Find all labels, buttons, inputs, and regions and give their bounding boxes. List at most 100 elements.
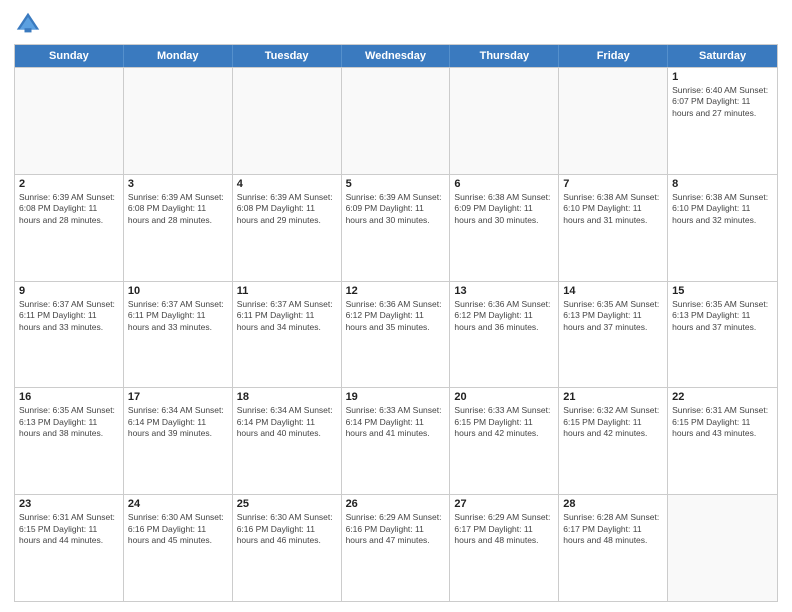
day-number: 28 [563,498,663,510]
day-number: 23 [19,498,119,510]
day-info: Sunrise: 6:31 AM Sunset: 6:15 PM Dayligh… [672,405,773,439]
calendar: SundayMondayTuesdayWednesdayThursdayFrid… [14,44,778,602]
day-info: Sunrise: 6:39 AM Sunset: 6:08 PM Dayligh… [19,192,119,226]
day-info: Sunrise: 6:36 AM Sunset: 6:12 PM Dayligh… [346,299,446,333]
header-day-sunday: Sunday [15,45,124,67]
header-day-wednesday: Wednesday [342,45,451,67]
day-info: Sunrise: 6:35 AM Sunset: 6:13 PM Dayligh… [563,299,663,333]
calendar-cell-3-3: 19 Sunrise: 6:33 AM Sunset: 6:14 PM Dayli… [342,388,451,494]
calendar-cell-4-5: 28 Sunrise: 6:28 AM Sunset: 6:17 PM Dayli… [559,495,668,601]
calendar-cell-1-2: 4 Sunrise: 6:39 AM Sunset: 6:08 PM Daylig… [233,175,342,281]
logo [14,10,46,38]
calendar-cell-4-4: 27 Sunrise: 6:29 AM Sunset: 6:17 PM Dayli… [450,495,559,601]
calendar-cell-2-2: 11Sunrise: 6:37 AM Sunset: 6:11 PM Dayli… [233,282,342,388]
day-number: 26 [346,498,446,510]
page: SundayMondayTuesdayWednesdayThursdayFrid… [0,0,792,612]
day-number: 12 [346,285,446,297]
calendar-cell-3-6: 22 Sunrise: 6:31 AM Sunset: 6:15 PM Dayli… [668,388,777,494]
calendar-cell-1-0: 2 Sunrise: 6:39 AM Sunset: 6:08 PM Daylig… [15,175,124,281]
day-number: 7 [563,178,663,190]
day-info: Sunrise: 6:32 AM Sunset: 6:15 PM Dayligh… [563,405,663,439]
header-day-saturday: Saturday [668,45,777,67]
calendar-cell-4-0: 23 Sunrise: 6:31 AM Sunset: 6:15 PM Dayli… [15,495,124,601]
day-number: 27 [454,498,554,510]
calendar-row-1: 2 Sunrise: 6:39 AM Sunset: 6:08 PM Daylig… [15,174,777,281]
calendar-cell-0-2 [233,68,342,174]
calendar-cell-3-5: 21 Sunrise: 6:32 AM Sunset: 6:15 PM Dayli… [559,388,668,494]
day-info: Sunrise: 6:33 AM Sunset: 6:14 PM Dayligh… [346,405,446,439]
calendar-cell-3-1: 17 Sunrise: 6:34 AM Sunset: 6:14 PM Dayli… [124,388,233,494]
day-number: 8 [672,178,773,190]
day-info: Sunrise: 6:34 AM Sunset: 6:14 PM Dayligh… [237,405,337,439]
day-number: 4 [237,178,337,190]
calendar-cell-4-3: 26 Sunrise: 6:29 AM Sunset: 6:16 PM Dayli… [342,495,451,601]
calendar-cell-0-4 [450,68,559,174]
calendar-row-2: 9 Sunrise: 6:37 AM Sunset: 6:11 PM Daylig… [15,281,777,388]
day-number: 19 [346,391,446,403]
calendar-cell-0-5 [559,68,668,174]
day-number: 1 [672,71,773,83]
day-info: Sunrise: 6:39 AM Sunset: 6:08 PM Dayligh… [128,192,228,226]
day-number: 13 [454,285,554,297]
day-info: Sunrise: 6:40 AM Sunset: 6:07 PM Dayligh… [672,85,773,119]
header-day-friday: Friday [559,45,668,67]
day-info: Sunrise: 6:38 AM Sunset: 6:10 PM Dayligh… [563,192,663,226]
calendar-cell-2-1: 10 Sunrise: 6:37 AM Sunset: 6:11 PM Dayli… [124,282,233,388]
day-info: Sunrise: 6:29 AM Sunset: 6:17 PM Dayligh… [454,512,554,546]
day-info: Sunrise: 6:36 AM Sunset: 6:12 PM Dayligh… [454,299,554,333]
day-number: 15 [672,285,773,297]
day-number: 17 [128,391,228,403]
day-info: Sunrise: 6:37 AM Sunset: 6:11 PM Dayligh… [128,299,228,333]
calendar-cell-2-6: 15 Sunrise: 6:35 AM Sunset: 6:13 PM Dayli… [668,282,777,388]
calendar-cell-1-5: 7 Sunrise: 6:38 AM Sunset: 6:10 PM Daylig… [559,175,668,281]
day-info: Sunrise: 6:38 AM Sunset: 6:10 PM Dayligh… [672,192,773,226]
calendar-cell-0-6: 1 Sunrise: 6:40 AM Sunset: 6:07 PM Daylig… [668,68,777,174]
calendar-cell-3-2: 18 Sunrise: 6:34 AM Sunset: 6:14 PM Dayli… [233,388,342,494]
day-number: 11 [237,285,337,297]
day-info: Sunrise: 6:39 AM Sunset: 6:08 PM Dayligh… [237,192,337,226]
calendar-cell-2-5: 14 Sunrise: 6:35 AM Sunset: 6:13 PM Dayli… [559,282,668,388]
day-number: 22 [672,391,773,403]
header-day-thursday: Thursday [450,45,559,67]
day-number: 9 [19,285,119,297]
header-day-monday: Monday [124,45,233,67]
day-number: 14 [563,285,663,297]
day-number: 5 [346,178,446,190]
day-info: Sunrise: 6:39 AM Sunset: 6:09 PM Dayligh… [346,192,446,226]
day-number: 16 [19,391,119,403]
logo-icon [14,10,42,38]
calendar-cell-0-1 [124,68,233,174]
day-info: Sunrise: 6:33 AM Sunset: 6:15 PM Dayligh… [454,405,554,439]
calendar-body: 1 Sunrise: 6:40 AM Sunset: 6:07 PM Daylig… [15,67,777,601]
calendar-cell-1-6: 8 Sunrise: 6:38 AM Sunset: 6:10 PM Daylig… [668,175,777,281]
calendar-cell-2-3: 12 Sunrise: 6:36 AM Sunset: 6:12 PM Dayli… [342,282,451,388]
header [14,10,778,38]
calendar-cell-1-3: 5 Sunrise: 6:39 AM Sunset: 6:09 PM Daylig… [342,175,451,281]
calendar-cell-4-2: 25 Sunrise: 6:30 AM Sunset: 6:16 PM Dayli… [233,495,342,601]
calendar-cell-1-4: 6Sunrise: 6:38 AM Sunset: 6:09 PM Daylig… [450,175,559,281]
day-info: Sunrise: 6:29 AM Sunset: 6:16 PM Dayligh… [346,512,446,546]
day-info: Sunrise: 6:30 AM Sunset: 6:16 PM Dayligh… [237,512,337,546]
day-info: Sunrise: 6:35 AM Sunset: 6:13 PM Dayligh… [19,405,119,439]
calendar-row-4: 23 Sunrise: 6:31 AM Sunset: 6:15 PM Dayli… [15,494,777,601]
calendar-cell-3-0: 16 Sunrise: 6:35 AM Sunset: 6:13 PM Dayli… [15,388,124,494]
day-info: Sunrise: 6:31 AM Sunset: 6:15 PM Dayligh… [19,512,119,546]
calendar-cell-2-0: 9 Sunrise: 6:37 AM Sunset: 6:11 PM Daylig… [15,282,124,388]
header-day-tuesday: Tuesday [233,45,342,67]
calendar-row-3: 16 Sunrise: 6:35 AM Sunset: 6:13 PM Dayli… [15,387,777,494]
calendar-cell-2-4: 13 Sunrise: 6:36 AM Sunset: 6:12 PM Dayli… [450,282,559,388]
day-info: Sunrise: 6:28 AM Sunset: 6:17 PM Dayligh… [563,512,663,546]
calendar-header: SundayMondayTuesdayWednesdayThursdayFrid… [15,45,777,67]
day-number: 2 [19,178,119,190]
calendar-cell-1-1: 3Sunrise: 6:39 AM Sunset: 6:08 PM Daylig… [124,175,233,281]
calendar-cell-0-0 [15,68,124,174]
calendar-row-0: 1 Sunrise: 6:40 AM Sunset: 6:07 PM Daylig… [15,67,777,174]
day-info: Sunrise: 6:35 AM Sunset: 6:13 PM Dayligh… [672,299,773,333]
day-number: 21 [563,391,663,403]
calendar-cell-4-6 [668,495,777,601]
day-number: 18 [237,391,337,403]
day-number: 10 [128,285,228,297]
day-info: Sunrise: 6:34 AM Sunset: 6:14 PM Dayligh… [128,405,228,439]
day-number: 25 [237,498,337,510]
day-info: Sunrise: 6:37 AM Sunset: 6:11 PM Dayligh… [19,299,119,333]
